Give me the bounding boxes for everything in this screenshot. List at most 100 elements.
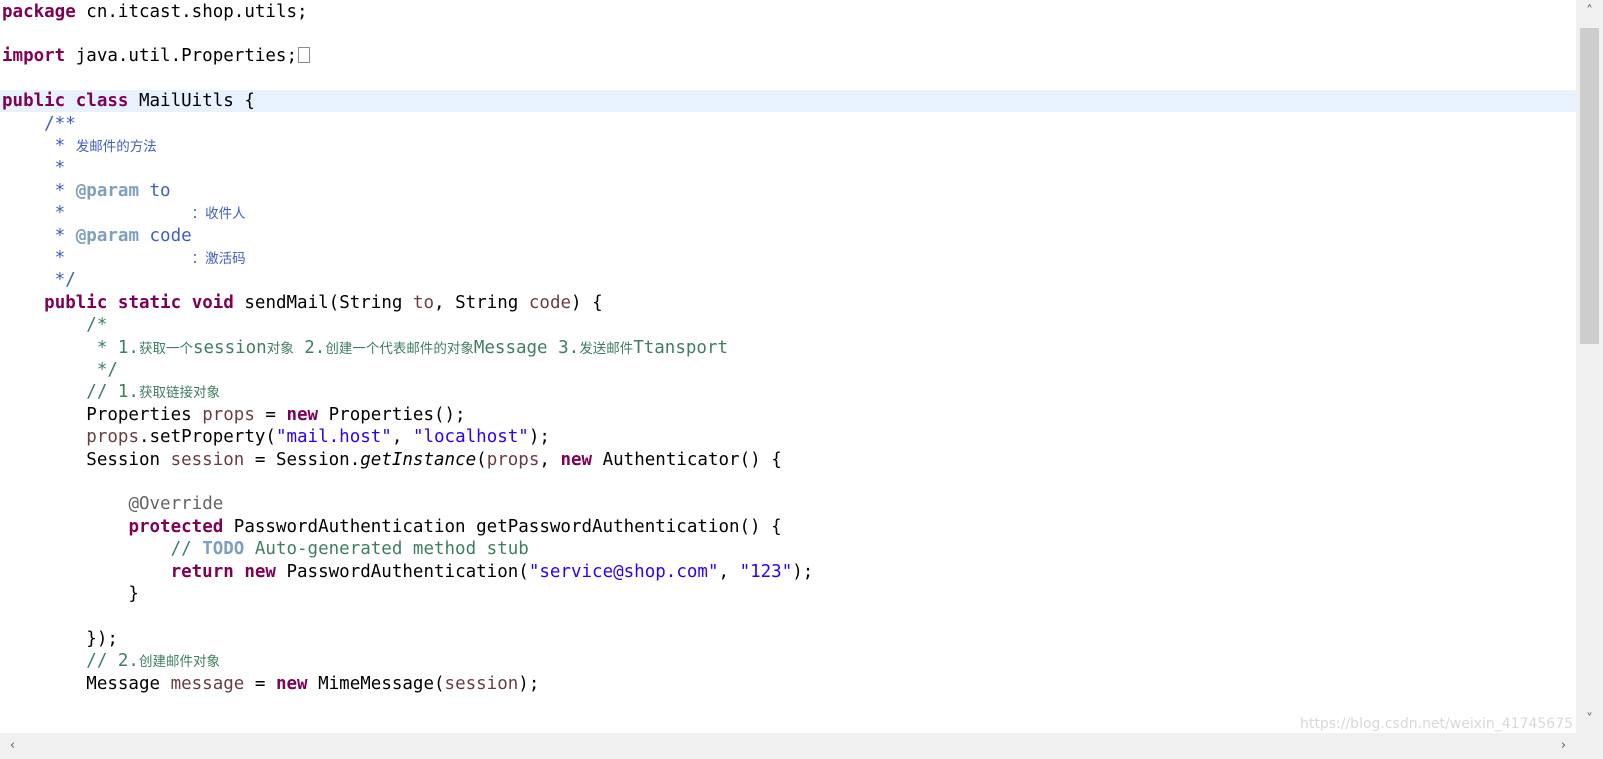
code-token: Session xyxy=(2,449,171,470)
vertical-scrollbar[interactable]: ˄ ˅ xyxy=(1576,0,1603,733)
code-token: static xyxy=(117,292,182,313)
code-token: @Override xyxy=(128,494,224,515)
code-line[interactable]: */ xyxy=(0,359,1576,381)
code-token: TODO xyxy=(202,539,245,560)
code-line[interactable]: package cn.itcast.shop.utils; xyxy=(0,1,1576,23)
code-token: ) { xyxy=(571,292,603,313)
code-line[interactable] xyxy=(0,471,1576,493)
code-token: props xyxy=(486,449,540,470)
code-line[interactable]: @Override xyxy=(0,493,1576,515)
code-token: getInstance xyxy=(360,449,477,470)
code-token: package xyxy=(2,1,76,22)
code-token: java.util.Properties; xyxy=(65,46,298,67)
scroll-left-arrow-icon[interactable]: ‹ xyxy=(5,738,20,754)
code-line[interactable]: Message message = new MimeMessage(sessio… xyxy=(0,673,1576,695)
code-token: code xyxy=(138,225,192,246)
code-line[interactable]: Session session = Session.getInstance(pr… xyxy=(0,449,1576,471)
code-token: new xyxy=(286,404,319,425)
code-token: PasswordAuthentication( xyxy=(275,561,529,582)
code-token: MimeMessage( xyxy=(307,673,445,694)
code-token: Message 3. xyxy=(473,337,580,358)
code-token: * 1. xyxy=(2,337,139,358)
code-token: // 1. xyxy=(2,382,139,403)
code-line[interactable]: * 发邮件的方法 xyxy=(0,135,1576,157)
code-token: 2. xyxy=(293,337,326,358)
folded-imports-icon[interactable] xyxy=(298,47,311,64)
horizontal-scrollbar[interactable]: ‹ › xyxy=(0,733,1603,759)
code-token: props xyxy=(202,404,255,425)
code-token: @param xyxy=(75,180,139,201)
code-line[interactable]: public static void sendMail(String to, S… xyxy=(0,292,1576,314)
code-line[interactable]: import java.util.Properties; xyxy=(0,45,1576,67)
code-token: "localhost" xyxy=(412,427,529,448)
code-line[interactable]: * 1.获取一个session对象 2.创建一个代表邮件的对象Message 3… xyxy=(0,337,1576,359)
code-token: = xyxy=(244,673,276,694)
code-line[interactable]: * @param to xyxy=(0,180,1576,202)
code-line[interactable] xyxy=(0,23,1576,45)
code-token: cn.itcast.shop.utils; xyxy=(75,1,308,22)
code-line[interactable]: public class MailUitls { xyxy=(0,90,1576,113)
code-line[interactable]: */ xyxy=(0,269,1576,291)
code-line[interactable] xyxy=(0,68,1576,90)
code-token: protected xyxy=(128,516,224,537)
code-token: * xyxy=(2,135,76,156)
code-line[interactable]: * xyxy=(0,157,1576,179)
code-token: to xyxy=(138,180,171,201)
vertical-scroll-thumb[interactable] xyxy=(1580,28,1599,344)
code-line[interactable]: // 1.获取链接对象 xyxy=(0,381,1576,403)
code-token: ( xyxy=(476,449,487,470)
code-line[interactable]: } xyxy=(0,583,1576,605)
code-token: * xyxy=(2,180,76,201)
code-token: 获取一个 xyxy=(138,340,193,357)
code-line[interactable]: * ：激活码 xyxy=(0,247,1576,269)
code-token: props xyxy=(86,427,139,448)
code-token: 创建邮件对象 xyxy=(138,654,220,671)
code-token: */ xyxy=(2,359,118,380)
code-line[interactable]: return new PasswordAuthentication("servi… xyxy=(0,561,1576,583)
code-token: sendMail(String xyxy=(233,292,413,313)
code-line[interactable]: * @param code xyxy=(0,225,1576,247)
code-line[interactable]: // TODO Auto-generated method stub xyxy=(0,538,1576,560)
code-token: /** xyxy=(2,113,76,134)
code-line[interactable] xyxy=(0,605,1576,627)
code-token: public xyxy=(2,91,66,112)
code-token: session xyxy=(444,673,519,694)
code-token: class xyxy=(75,91,129,112)
code-line[interactable]: }); xyxy=(0,628,1576,650)
code-token: session xyxy=(192,337,267,358)
code-line[interactable]: * ：收件人 xyxy=(0,202,1576,224)
code-token: void xyxy=(191,292,234,313)
code-token: public xyxy=(44,292,108,313)
watermark: https://blog.csdn.net/weixin_41745675 xyxy=(1300,716,1574,732)
code-line[interactable]: Properties props = new Properties(); xyxy=(0,404,1576,426)
code-token: } xyxy=(2,583,139,604)
code-line[interactable]: protected PasswordAuthentication getPass… xyxy=(0,516,1576,538)
scroll-right-arrow-icon[interactable]: › xyxy=(1556,738,1571,754)
scroll-up-arrow-icon[interactable]: ˄ xyxy=(1582,4,1597,20)
code-token: "123" xyxy=(739,561,793,582)
code-editor[interactable]: package cn.itcast.shop.utils; import java… xyxy=(0,0,1576,733)
code-line[interactable]: /** xyxy=(0,113,1576,135)
code-token: * xyxy=(2,247,192,268)
code-token: session xyxy=(170,449,245,470)
code-token: ：激活码 xyxy=(191,250,246,267)
scroll-down-arrow-icon[interactable]: ˅ xyxy=(1582,712,1597,728)
code-token: ：收件人 xyxy=(191,206,246,223)
code-token: Properties(); xyxy=(318,404,466,425)
code-line[interactable]: props.setProperty("mail.host", "localhos… xyxy=(0,426,1576,448)
code-token: // xyxy=(2,539,203,560)
code-line[interactable]: // 2.创建邮件对象 xyxy=(0,650,1576,672)
code-line[interactable]: /* xyxy=(0,314,1576,336)
code-token: to xyxy=(412,292,435,313)
code-token: , xyxy=(718,561,740,582)
code-token: Auto-generated method stub xyxy=(244,539,529,560)
code-token: MailUitls { xyxy=(128,91,255,112)
code-token: 创建一个代表邮件的对象 xyxy=(325,340,474,357)
